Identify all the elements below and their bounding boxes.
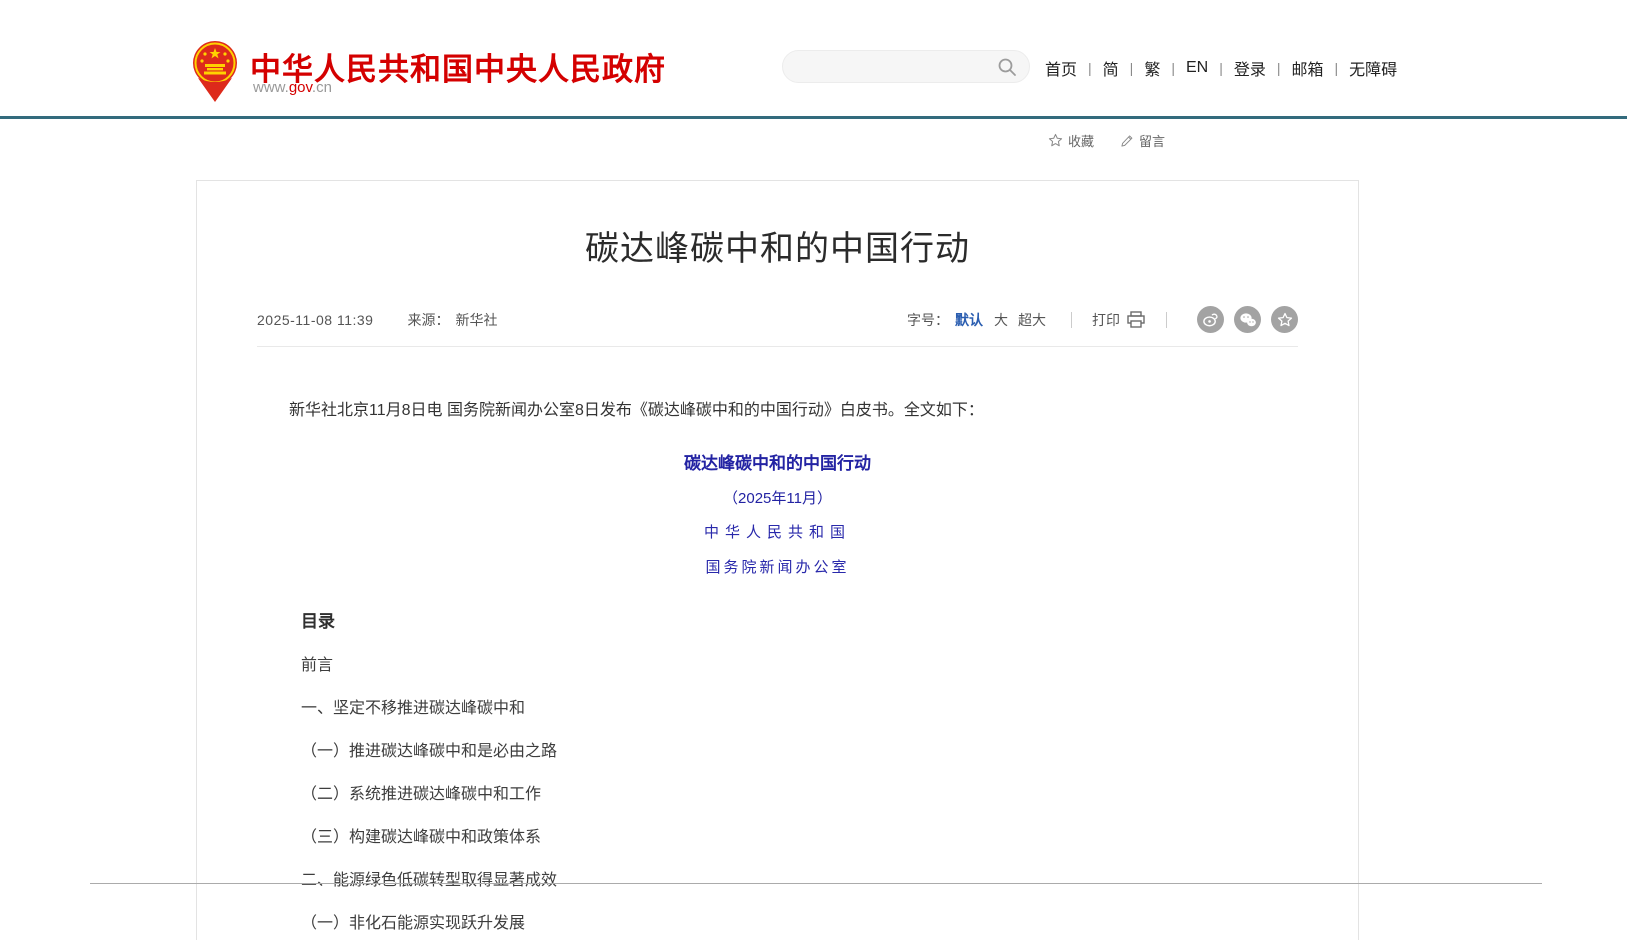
- toc-item-section1-1: （一）推进碳达峰碳中和是必由之路: [301, 741, 1298, 762]
- nav-separator: |: [1130, 60, 1134, 76]
- site-url-gov: gov: [289, 79, 312, 96]
- nav-separator: |: [1335, 60, 1339, 76]
- nav-english[interactable]: EN: [1186, 59, 1208, 77]
- divider: [1071, 312, 1072, 328]
- source-label: 来源：: [407, 310, 449, 330]
- pencil-icon: [1120, 134, 1134, 148]
- favorite-label: 收藏: [1068, 131, 1094, 150]
- comment-button[interactable]: 留言: [1120, 131, 1165, 150]
- site-url: www.gov.cn: [253, 79, 332, 96]
- font-size-large[interactable]: 大: [994, 310, 1008, 330]
- meta-right: 字号： 默认 大 超大 打印: [907, 306, 1298, 333]
- article-title: 碳达峰碳中和的中国行动: [257, 221, 1298, 270]
- print-button[interactable]: 打印: [1092, 310, 1146, 330]
- font-size-label: 字号：: [907, 310, 949, 330]
- divider: [1166, 312, 1167, 328]
- intro-paragraph: 新华社北京11月8日电 国务院新闻办公室8日发布《碳达峰碳中和的中国行动》白皮书…: [257, 399, 1298, 423]
- doc-date: （2025年11月）: [257, 487, 1298, 508]
- nav-separator: |: [1277, 60, 1281, 76]
- page-actions: 收藏 留言: [1048, 131, 1165, 150]
- weibo-icon: [1202, 311, 1219, 328]
- star-icon: [1048, 133, 1063, 148]
- share-weibo-button[interactable]: [1197, 306, 1224, 333]
- font-size-default[interactable]: 默认: [955, 310, 983, 330]
- toc-item-section2: 二、能源绿色低碳转型取得显著成效: [301, 870, 1298, 891]
- table-of-contents: 目录 前言 一、坚定不移推进碳达峰碳中和 （一）推进碳达峰碳中和是必由之路 （二…: [301, 607, 1298, 934]
- site-url-suffix: .cn: [312, 79, 332, 96]
- toc-item-section1-2: （二）系统推进碳达峰碳中和工作: [301, 784, 1298, 805]
- font-size-xlarge[interactable]: 超大: [1018, 310, 1046, 330]
- meta-left: 2025-11-08 11:39 来源： 新华社: [257, 310, 497, 330]
- doc-title: 碳达峰碳中和的中国行动: [257, 449, 1298, 474]
- site-header: 中华人民共和国中央人民政府 www.gov.cn 首页| 简| 繁| EN| 登…: [0, 0, 1627, 119]
- article-card: 碳达峰碳中和的中国行动 2025-11-08 11:39 来源： 新华社 字号：…: [196, 180, 1359, 940]
- nav-traditional[interactable]: 繁: [1144, 56, 1160, 80]
- viewport-bottom-line: [90, 883, 1542, 884]
- toc-item-section2-1: （一）非化石能源实现跃升发展: [301, 913, 1298, 934]
- share-wechat-button[interactable]: [1234, 306, 1261, 333]
- toc-item-preface: 前言: [301, 655, 1298, 676]
- printer-icon: [1126, 311, 1146, 329]
- nav-separator: |: [1088, 60, 1092, 76]
- toc-item-section1-3: （三）构建碳达峰碳中和政策体系: [301, 827, 1298, 848]
- nav-accessibility[interactable]: 无障碍: [1349, 56, 1397, 80]
- comment-label: 留言: [1139, 131, 1165, 150]
- share-more-button[interactable]: [1271, 306, 1298, 333]
- nav-separator: |: [1171, 60, 1175, 76]
- share-icons: [1187, 306, 1298, 333]
- favorite-button[interactable]: 收藏: [1048, 131, 1094, 150]
- toc-title: 目录: [301, 607, 1298, 632]
- site-url-prefix: www.: [253, 79, 289, 96]
- nav-separator: |: [1219, 60, 1223, 76]
- print-label: 打印: [1092, 310, 1120, 330]
- search-box: [782, 50, 1030, 83]
- nav-mailbox[interactable]: 邮箱: [1292, 56, 1324, 80]
- article-meta-row: 2025-11-08 11:39 来源： 新华社 字号： 默认 大 超大 打印: [257, 306, 1298, 333]
- publish-date: 2025-11-08 11:39: [257, 312, 373, 328]
- top-nav: 首页 | 简 | 繁 | EN | 登录 | 邮箱 | 无障碍: [1045, 56, 1397, 80]
- nav-simplified[interactable]: 简: [1103, 56, 1119, 80]
- national-emblem-logo: [192, 40, 238, 102]
- nav-home[interactable]: 首页: [1045, 56, 1077, 80]
- search-icon[interactable]: [997, 57, 1017, 77]
- nav-login[interactable]: 登录: [1234, 56, 1266, 80]
- share-star-icon: [1277, 312, 1293, 328]
- source-value[interactable]: 新华社: [455, 310, 497, 330]
- wechat-icon: [1239, 312, 1257, 328]
- doc-org-line2: 国务院新闻办公室: [257, 556, 1298, 577]
- doc-org-line1: 中华人民共和国: [257, 521, 1298, 542]
- meta-divider: [257, 346, 1298, 347]
- search-input[interactable]: [799, 52, 989, 81]
- toc-item-section1: 一、坚定不移推进碳达峰碳中和: [301, 698, 1298, 719]
